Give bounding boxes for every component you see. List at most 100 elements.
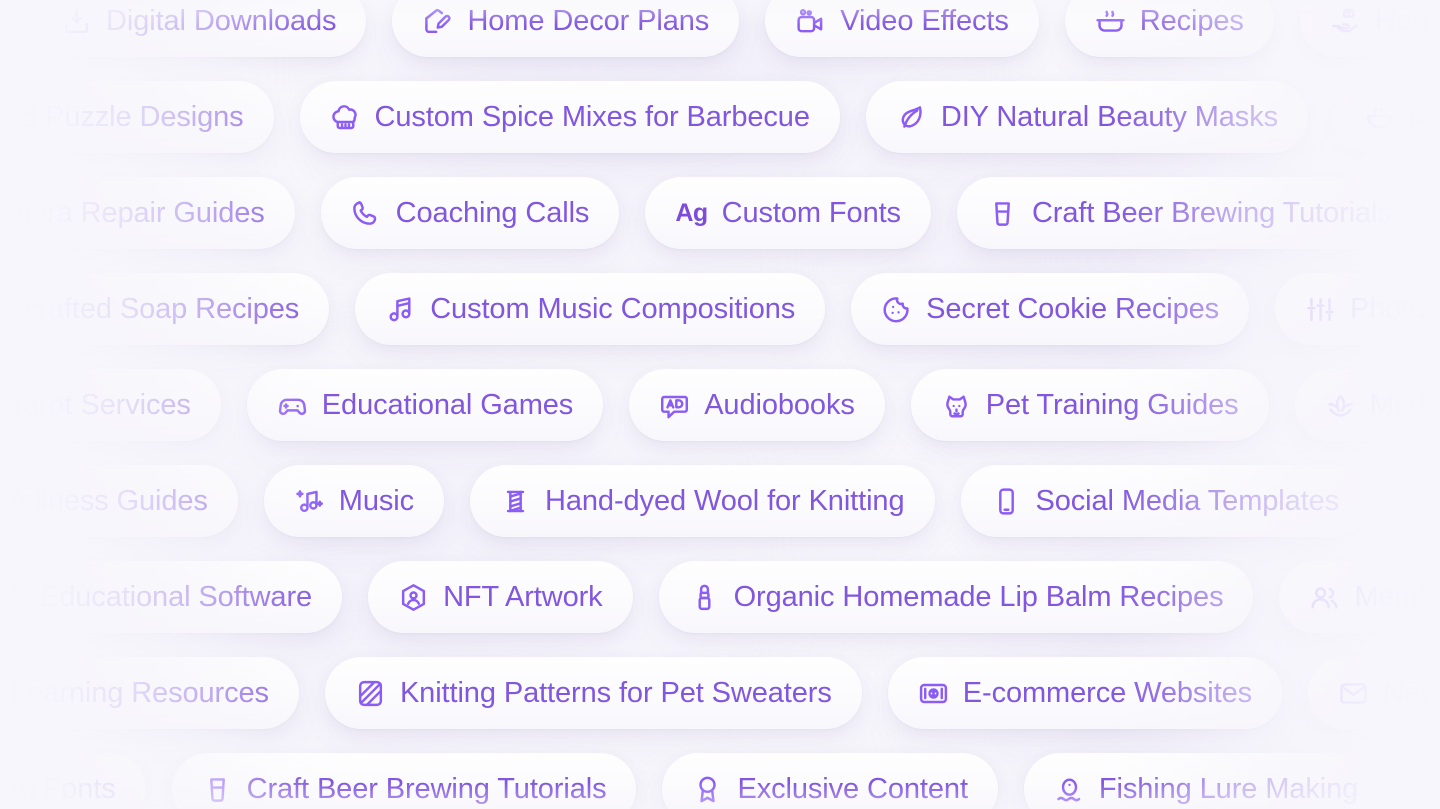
category-chip[interactable]: Organic Homemade Lip Balm Recipes	[658, 561, 1254, 633]
category-chip-label: Health and Wellness Guides	[0, 484, 208, 517]
category-chip[interactable]: Recipes	[1064, 0, 1274, 57]
category-chip-label: E-commerce Websites	[962, 676, 1253, 709]
fish-lure-icon	[1054, 774, 1085, 805]
category-chip-label: Astrology and Tarot Services	[0, 388, 191, 421]
category-chip[interactable]: Custom Spice Mixes for Barbecue	[299, 81, 840, 153]
beer-glass-icon	[987, 198, 1018, 229]
category-chip-label: DIY Natural Beauty Masks	[940, 100, 1279, 133]
category-chip[interactable]: Knitting Patterns for Pet Sweaters	[324, 657, 862, 729]
category-chip-label: Educational Games	[321, 388, 574, 421]
chip-marquee-stage: Podcast Editing Digital Downloads Home Dec…	[0, 0, 1440, 809]
category-chip[interactable]: Meal Prep Plans	[1334, 81, 1440, 153]
leaf-icon	[896, 102, 927, 133]
category-chip[interactable]: Craft Beer Brewing Tutorials	[956, 177, 1422, 249]
category-chip-label: Craft Beer Brewing Tutorials	[246, 772, 607, 805]
category-chip[interactable]: Photo Presets	[1275, 273, 1440, 345]
category-chip[interactable]: Language Learning Resources	[0, 657, 299, 729]
category-chip-label: Handcrafted Soap Recipes	[0, 292, 300, 325]
category-chip-label: Custom Fonts	[721, 196, 901, 229]
category-chip[interactable]: Children's Educational Software	[0, 561, 343, 633]
category-chip-label: Music	[338, 484, 415, 517]
category-chip[interactable]: Coaching Calls	[320, 177, 620, 249]
category-chip[interactable]: Newsletters	[1308, 657, 1440, 729]
category-chip-label: Hand-dyed Wool for Knitting	[545, 484, 905, 517]
category-chip[interactable]: Astrology and Tarot Services	[0, 369, 221, 441]
category-chip-label: Home Decor Plans	[467, 4, 710, 37]
hand-gift-icon	[1330, 6, 1361, 37]
category-chip-label: Custom Music Compositions	[430, 292, 796, 325]
chip-row: AgCustom Fonts Craft Beer Brewing Tutoria…	[0, 753, 1440, 809]
gamepad-icon	[277, 390, 308, 421]
category-chip-label: Handmade Gifts	[1374, 4, 1440, 37]
dog-icon	[941, 390, 972, 421]
category-chip[interactable]: Video Effects	[765, 0, 1039, 57]
category-chip-label: Secret Cookie Recipes	[926, 292, 1220, 325]
category-chip-label: Vintage Camera Repair Guides	[0, 196, 265, 229]
category-chip[interactable]: Exclusive Content	[662, 753, 998, 809]
category-chip[interactable]: Podcast Editing	[0, 0, 6, 57]
category-chip[interactable]: Home Decor Plans	[392, 0, 740, 57]
category-chip[interactable]: AgCustom Fonts	[645, 177, 931, 249]
chip-row: Vintage Camera Repair Guides Coaching Cal…	[0, 177, 1440, 249]
category-chip[interactable]: Custom Music Compositions	[355, 273, 826, 345]
award-ribbon-icon	[692, 774, 723, 805]
chip-row: Language Learning Resources Knitting Patt…	[0, 657, 1440, 729]
pattern-square-icon	[355, 678, 386, 709]
video-camera-icon	[795, 6, 826, 37]
members-icon	[1309, 582, 1340, 613]
category-chip[interactable]: Pet Training Guides	[910, 369, 1269, 441]
category-chip-label: Exclusive Content	[737, 772, 968, 805]
category-chip[interactable]: Hand-dyed Wool for Knitting	[470, 465, 935, 537]
category-chip[interactable]: Secret Cookie Recipes	[851, 273, 1250, 345]
chip-rows-container: Podcast Editing Digital Downloads Home Dec…	[0, 0, 1440, 809]
category-chip[interactable]: Vintage Camera Repair Guides	[0, 177, 295, 249]
music-sparkle-icon	[294, 486, 325, 517]
chip-row: Customized Puzzle Designs Custom Spice Mi…	[0, 81, 1440, 153]
category-chip-label: Organic Homemade Lip Balm Recipes	[733, 580, 1224, 613]
category-chip[interactable]: 3D Models	[1414, 753, 1440, 809]
category-chip-label: Craft Beer Brewing Tutorials	[1031, 196, 1392, 229]
category-chip[interactable]: Handmade Gifts	[1299, 0, 1440, 57]
cookie-icon	[881, 294, 912, 325]
category-chip[interactable]: Social Media Templates	[960, 465, 1370, 537]
category-chip-label: Customized Puzzle Designs	[0, 100, 244, 133]
category-chip[interactable]: Craft Beer Brewing Tutorials	[171, 753, 637, 809]
category-chip[interactable]: Travel Itineraries	[1395, 465, 1440, 537]
beer-glass-icon	[202, 774, 233, 805]
category-chip[interactable]: AgCustom Fonts	[0, 753, 146, 809]
chip-row: Children's Educational Software NFT Artwo…	[0, 561, 1440, 633]
category-chip-label: Memberships	[1354, 580, 1440, 613]
phone-mobile-icon	[991, 486, 1022, 517]
category-chip-label: Audiobooks	[704, 388, 855, 421]
audio-description-icon	[659, 390, 690, 421]
category-chip-label: Custom Fonts	[0, 772, 116, 805]
music-note-icon	[385, 294, 416, 325]
category-chip-label: Social Media Templates	[1035, 484, 1340, 517]
map-icon	[1425, 486, 1440, 517]
category-chip-label: Recipes	[1139, 4, 1244, 37]
mail-icon	[1338, 678, 1369, 709]
cooking-pot-icon	[1095, 6, 1126, 37]
chip-row: Podcast Editing Digital Downloads Home Dec…	[0, 0, 1440, 57]
category-chip-label: Photo Presets	[1350, 292, 1440, 325]
category-chip[interactable]: Digital Downloads	[31, 0, 367, 57]
download-box-icon	[61, 6, 92, 37]
category-chip-label: Newsletters	[1383, 676, 1440, 709]
category-chip[interactable]: Handcrafted Soap Recipes	[0, 273, 330, 345]
category-chip[interactable]: Health and Wellness Guides	[0, 465, 238, 537]
hexagon-user-icon	[398, 582, 429, 613]
category-chip[interactable]: NFT Artwork	[368, 561, 633, 633]
category-chip[interactable]: Fishing Lure Making	[1023, 753, 1389, 809]
category-chip[interactable]: Meditation Tracks	[1294, 369, 1440, 441]
category-chip-label: Pet Training Guides	[985, 388, 1239, 421]
chip-row: Astrology and Tarot Services Educational …	[0, 369, 1440, 441]
category-chip[interactable]: Customized Puzzle Designs	[0, 81, 274, 153]
category-chip[interactable]: Educational Games	[246, 369, 604, 441]
category-chip[interactable]: DIY Natural Beauty Masks	[865, 81, 1309, 153]
category-chip-label: Video Effects	[840, 4, 1009, 37]
category-chip[interactable]: E-commerce Websites	[887, 657, 1283, 729]
category-chip-label: Fishing Lure Making	[1098, 772, 1359, 805]
category-chip[interactable]: Music	[263, 465, 445, 537]
category-chip[interactable]: Memberships	[1279, 561, 1440, 633]
category-chip[interactable]: Audiobooks	[629, 369, 885, 441]
